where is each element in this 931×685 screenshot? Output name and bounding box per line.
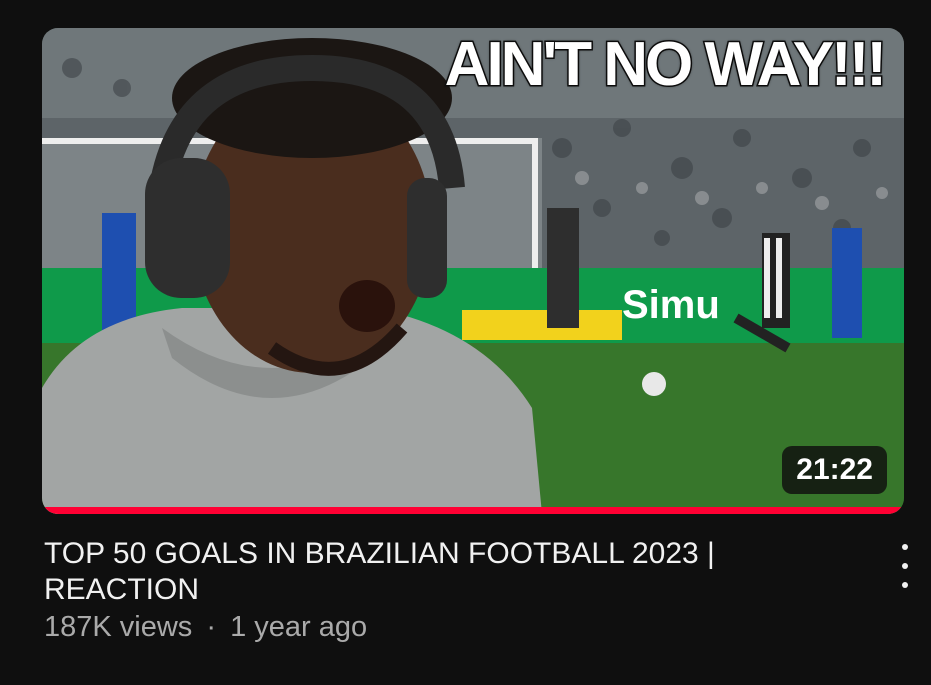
thumbnail-caption: AIN'T NO WAY!!! — [443, 30, 888, 99]
more-vertical-icon — [902, 544, 908, 550]
watch-progress-bar — [42, 507, 904, 514]
video-title[interactable]: TOP 50 GOALS IN BRAZILIAN FOOTBALL 2023 … — [44, 536, 864, 608]
view-count: 187K views — [44, 611, 193, 643]
upload-age: 1 year ago — [230, 611, 368, 643]
svg-text:Simu: Simu — [622, 283, 720, 327]
video-thumbnail[interactable]: Simu AIN'T NO WAY!!! 21:22 — [42, 28, 904, 514]
more-vertical-icon-dot — [902, 563, 908, 569]
video-subline: 187K views · 1 year ago — [44, 610, 864, 644]
watch-progress-fill — [42, 507, 904, 514]
video-meta: TOP 50 GOALS IN BRAZILIAN FOOTBALL 2023 … — [44, 536, 864, 644]
meta-separator: · — [206, 611, 217, 643]
duration-badge: 21:22 — [782, 446, 887, 494]
more-vertical-icon-dot — [902, 582, 908, 588]
video-card[interactable]: Simu AIN'T NO WAY!!! 21:22 TOP 50 GOALS … — [0, 0, 931, 685]
more-options-button[interactable] — [893, 544, 917, 588]
thumbnail-image: Simu — [42, 28, 904, 514]
